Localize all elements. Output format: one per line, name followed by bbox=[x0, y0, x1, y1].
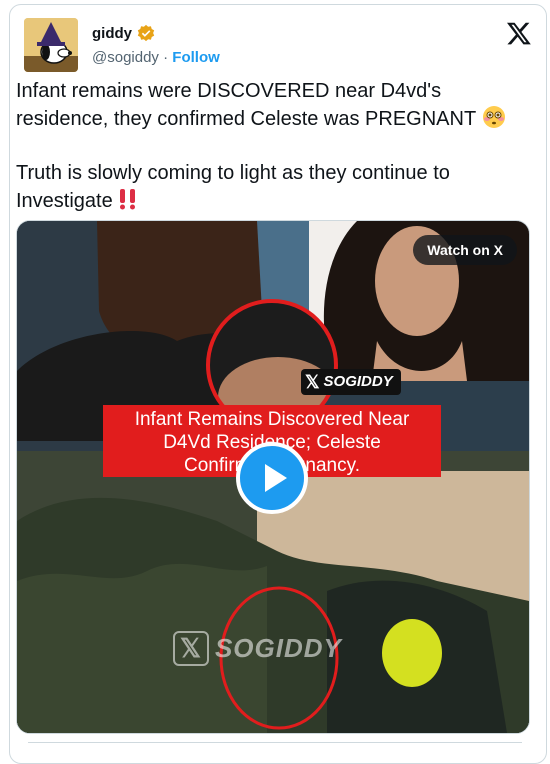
name-row: giddy bbox=[92, 24, 155, 42]
watch-on-x-button[interactable]: Watch on X bbox=[413, 235, 517, 265]
divider bbox=[28, 742, 522, 743]
x-logo-icon[interactable] bbox=[506, 20, 532, 46]
handle[interactable]: @sogiddy bbox=[92, 49, 159, 66]
tweet-text-line-2: Truth is slowly coming to light as they … bbox=[16, 162, 450, 212]
play-icon bbox=[265, 464, 287, 492]
tweet-header: giddy @sogiddy · Follow bbox=[24, 18, 532, 72]
channel-badge-text: SOGIDDY bbox=[323, 373, 393, 390]
tweet-text: Infant remains were DISCOVERED near D4vd… bbox=[16, 78, 526, 215]
channel-badge: 𝕏 SOGIDDY bbox=[301, 369, 401, 395]
tweet-text-line-1: Infant remains were DISCOVERED near D4vd… bbox=[16, 80, 477, 130]
x-logo-icon: 𝕏 bbox=[173, 631, 209, 666]
channel-watermark: 𝕏 SOGIDDY bbox=[173, 631, 342, 666]
follow-button[interactable]: Follow bbox=[172, 49, 220, 66]
avatar[interactable] bbox=[24, 18, 78, 72]
watermark-text: SOGIDDY bbox=[214, 633, 342, 663]
tweet-paragraph-1: Infant remains were DISCOVERED near D4vd… bbox=[16, 78, 526, 133]
flushed-face-emoji bbox=[482, 106, 505, 128]
play-button[interactable] bbox=[236, 442, 308, 514]
display-name[interactable]: giddy bbox=[92, 25, 132, 42]
verified-badge-icon bbox=[137, 24, 155, 42]
banner-line-1: Infant Remains Discovered Near bbox=[134, 409, 410, 430]
x-logo-icon: 𝕏 bbox=[305, 372, 320, 392]
separator: · bbox=[163, 49, 169, 66]
video-thumbnail[interactable]: Watch on X 𝕏 SOGIDDY Infant Remains Disc… bbox=[16, 220, 530, 734]
double-exclamation-emoji bbox=[120, 189, 136, 210]
tweet-paragraph-2: Truth is slowly coming to light as they … bbox=[16, 160, 526, 215]
handle-row: @sogiddy · Follow bbox=[92, 49, 220, 66]
